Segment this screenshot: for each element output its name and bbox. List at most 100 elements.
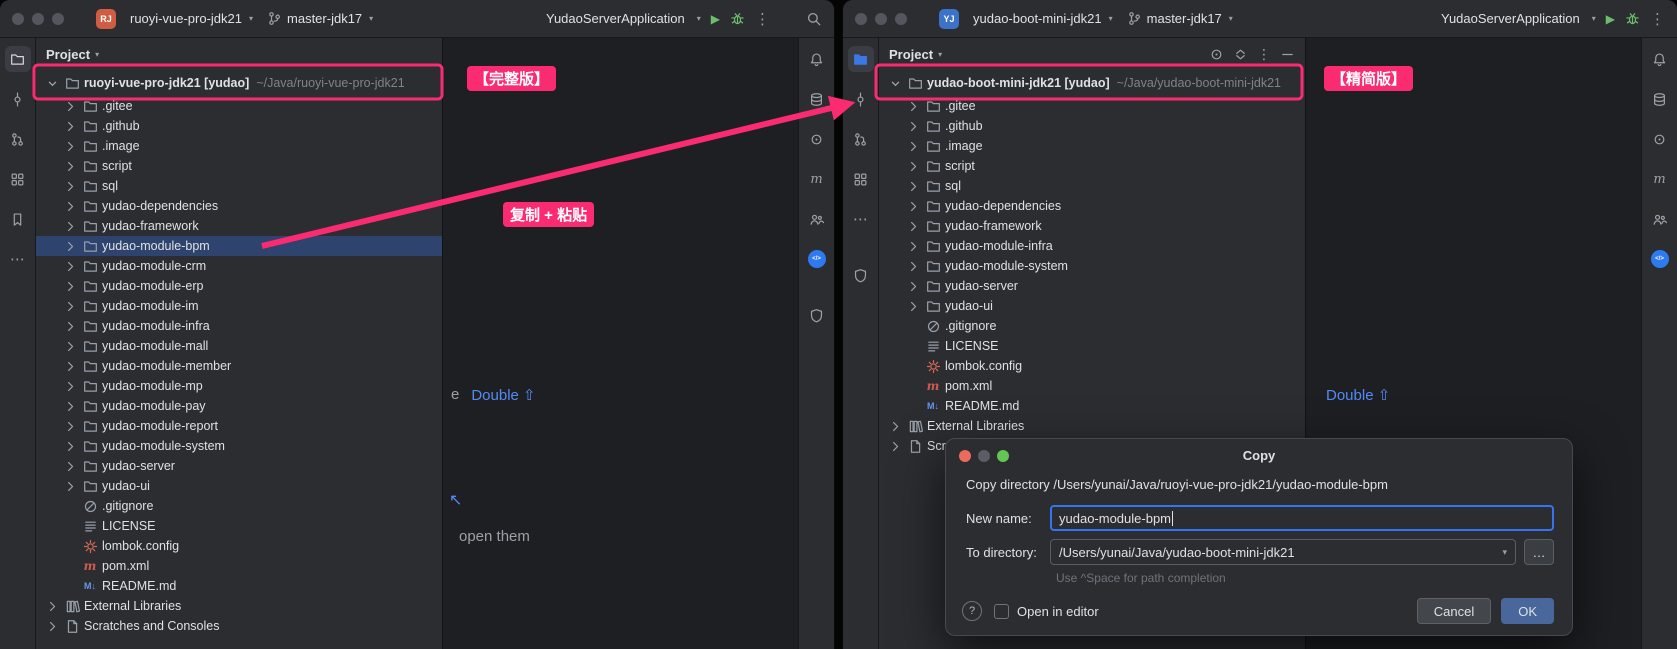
minus-icon[interactable]: [1280, 47, 1295, 62]
chevron-right-icon[interactable]: [62, 399, 78, 414]
chevron-right-icon[interactable]: [905, 239, 921, 254]
chevron-right-icon[interactable]: [905, 99, 921, 114]
tree-item-script[interactable]: script: [879, 156, 1305, 176]
project-switcher[interactable]: yudao-boot-mini-jdk21▾: [973, 11, 1113, 26]
project-folder-icon[interactable]: [5, 46, 31, 72]
tree-item-.gitignore[interactable]: .gitignore: [879, 316, 1305, 336]
tree-item-.image[interactable]: .image: [879, 136, 1305, 156]
tree-item-yudao-module-system[interactable]: yudao-module-system: [879, 256, 1305, 276]
chevron-right-icon[interactable]: [905, 219, 921, 234]
tree-item-yudao-module-infra[interactable]: yudao-module-infra: [36, 316, 442, 336]
chevron-right-icon[interactable]: [44, 599, 60, 614]
debug-icon[interactable]: [1625, 11, 1640, 26]
people-icon[interactable]: [804, 206, 830, 232]
open-in-editor-checkbox[interactable]: [994, 604, 1009, 619]
run-configuration[interactable]: YudaoServerApplication: [1441, 11, 1580, 26]
tree-item-.github[interactable]: .github: [879, 116, 1305, 136]
chevron-down-icon[interactable]: [887, 77, 903, 90]
chevron-right-icon[interactable]: [62, 119, 78, 134]
branch-switcher[interactable]: master-jdk17▾: [267, 11, 373, 26]
more-icon[interactable]: ⋯: [5, 246, 31, 272]
kebab-icon[interactable]: ⋮: [1257, 47, 1271, 61]
tree-item-yudao-framework[interactable]: yudao-framework: [36, 216, 442, 236]
tree-item-yudao-module-member[interactable]: yudao-module-member: [36, 356, 442, 376]
chevron-right-icon[interactable]: [887, 419, 903, 434]
collapse-icon[interactable]: [1233, 47, 1248, 62]
tree-item-pom.xml[interactable]: mpom.xml: [36, 556, 442, 576]
devtools-icon[interactable]: </>: [804, 246, 830, 272]
tree-item-.image[interactable]: .image: [36, 136, 442, 156]
tree-item-yudao-ui[interactable]: yudao-ui: [879, 296, 1305, 316]
close-button[interactable]: [959, 450, 971, 462]
tree-item-yudao-server[interactable]: yudao-server: [879, 276, 1305, 296]
target-icon[interactable]: [1209, 47, 1224, 62]
chevron-right-icon[interactable]: [905, 179, 921, 194]
chevron-right-icon[interactable]: [62, 279, 78, 294]
help-button[interactable]: ?: [962, 601, 982, 621]
project-folder-icon[interactable]: [848, 46, 874, 72]
chevron-right-icon[interactable]: [905, 159, 921, 174]
chevron-right-icon[interactable]: [905, 279, 921, 294]
search-icon[interactable]: [806, 11, 822, 27]
to-directory-combobox[interactable]: /Users/yunai/Java/yudao-boot-mini-jdk21 …: [1050, 539, 1516, 565]
tree-item-README.md[interactable]: M↓README.md: [879, 396, 1305, 416]
tree-item-LICENSE[interactable]: LICENSE: [879, 336, 1305, 356]
tree-item-.gitignore[interactable]: .gitignore: [36, 496, 442, 516]
notifications-icon[interactable]: [804, 46, 830, 72]
chevron-right-icon[interactable]: [62, 299, 78, 314]
account-avatar[interactable]: RJ: [96, 9, 116, 29]
browse-button[interactable]: …: [1524, 539, 1554, 565]
chevron-right-icon[interactable]: [62, 319, 78, 334]
branch-switcher[interactable]: master-jdk17▾: [1127, 11, 1233, 26]
ok-button[interactable]: OK: [1501, 598, 1554, 624]
close-button[interactable]: [855, 13, 867, 25]
people-icon[interactable]: [1647, 206, 1673, 232]
tree-item-.github[interactable]: .github: [36, 116, 442, 136]
target-icon[interactable]: [804, 126, 830, 152]
chevron-right-icon[interactable]: [905, 199, 921, 214]
structure-icon[interactable]: [5, 166, 31, 192]
chevron-right-icon[interactable]: [62, 259, 78, 274]
tree-root[interactable]: yudao-boot-mini-jdk21 [yudao]~/Java/yuda…: [879, 70, 1305, 96]
chevron-down-icon[interactable]: ▾: [1502, 547, 1507, 558]
tree-item-yudao-module-mp[interactable]: yudao-module-mp: [36, 376, 442, 396]
chevron-right-icon[interactable]: [905, 299, 921, 314]
maven-icon[interactable]: m: [1647, 166, 1673, 192]
chevron-right-icon[interactable]: [62, 239, 78, 254]
tree-item-yudao-module-report[interactable]: yudao-module-report: [36, 416, 442, 436]
tree-root[interactable]: ruoyi-vue-pro-jdk21 [yudao]~/Java/ruoyi-…: [36, 70, 442, 96]
tree-item-yudao-module-pay[interactable]: yudao-module-pay: [36, 396, 442, 416]
new-name-input[interactable]: yudao-module-bpm: [1050, 505, 1554, 531]
tree-item-yudao-module-im[interactable]: yudao-module-im: [36, 296, 442, 316]
pull-requests-icon[interactable]: [5, 126, 31, 152]
tree-item-yudao-module-bpm[interactable]: yudao-module-bpm: [36, 236, 442, 256]
chevron-right-icon[interactable]: [905, 139, 921, 154]
panel-title[interactable]: Project: [889, 47, 933, 62]
tree-item-yudao-dependencies[interactable]: yudao-dependencies: [879, 196, 1305, 216]
tree-item-yudao-ui[interactable]: yudao-ui: [36, 476, 442, 496]
notifications-icon[interactable]: [1647, 46, 1673, 72]
minimize-button[interactable]: [875, 13, 887, 25]
chevron-right-icon[interactable]: [905, 259, 921, 274]
minimize-button[interactable]: [32, 13, 44, 25]
debug-icon[interactable]: [730, 11, 745, 26]
shield-icon[interactable]: [848, 262, 874, 288]
chevron-right-icon[interactable]: [62, 179, 78, 194]
tree-item-yudao-module-crm[interactable]: yudao-module-crm: [36, 256, 442, 276]
target-icon[interactable]: [1647, 126, 1673, 152]
tree-item-yudao-dependencies[interactable]: yudao-dependencies: [36, 196, 442, 216]
tree-item-LICENSE[interactable]: LICENSE: [36, 516, 442, 536]
zoom-button[interactable]: [52, 13, 64, 25]
account-avatar[interactable]: YJ: [939, 9, 959, 29]
tree-item-yudao-module-infra[interactable]: yudao-module-infra: [879, 236, 1305, 256]
tree-item-yudao-module-mall[interactable]: yudao-module-mall: [36, 336, 442, 356]
maven-icon[interactable]: m: [804, 166, 830, 192]
chevron-right-icon[interactable]: [62, 199, 78, 214]
panel-title[interactable]: Project: [46, 47, 90, 62]
tree-item-Scratches and Consoles[interactable]: Scratches and Consoles: [36, 616, 442, 636]
tree-item-External Libraries[interactable]: External Libraries: [879, 416, 1305, 436]
commit-icon[interactable]: [848, 86, 874, 112]
tree-item-.gitee[interactable]: .gitee: [36, 96, 442, 116]
chevron-right-icon[interactable]: [62, 159, 78, 174]
run-configuration[interactable]: YudaoServerApplication: [546, 11, 685, 26]
